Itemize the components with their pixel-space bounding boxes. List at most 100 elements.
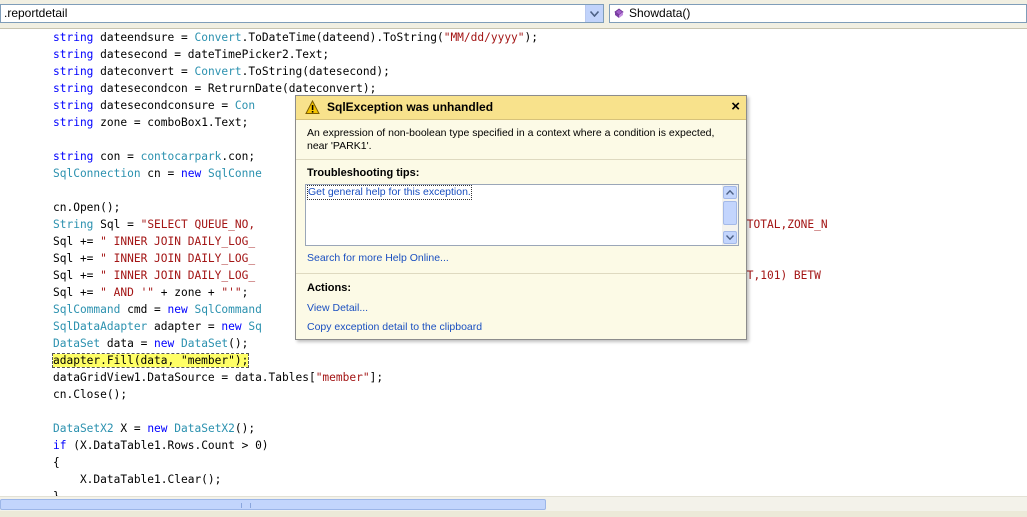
code-token: String [53,218,94,231]
code-token: SqlDataAdapter [53,320,148,333]
code-token: cn.Open(); [53,201,121,214]
code-token: Sql += [53,286,101,299]
code-token: Sql += [53,269,101,282]
code-token: datesecond = dateTimePicker2.Text; [93,48,330,61]
code-token: new [221,320,242,333]
code-token: ); [524,31,539,44]
code-token: " INNER JOIN DAILY_LOG_ [100,252,256,265]
code-token: zone = comboBox1.Text; [93,116,249,129]
code-token: con = [93,150,141,163]
chevron-down-icon[interactable] [585,5,603,22]
code-token: dateconvert = [93,65,195,78]
exception-title-bar: SqlException was unhandled × [296,96,746,120]
code-line[interactable]: string dateconvert = Convert.ToString(da… [53,63,390,80]
code-token: cn = [140,167,181,180]
code-line[interactable]: string dateendsure = Convert.ToDateTime(… [53,29,538,46]
scroll-down-button[interactable] [723,231,737,244]
code-token: new [147,422,168,435]
exception-assistant: SqlException was unhandled × An expressi… [295,95,747,340]
code-line[interactable]: adapter.Fill(data, "member"); [51,352,250,369]
code-token: X.DataTable1.Clear(); [53,473,222,486]
code-token: cn.Close(); [53,388,128,401]
code-token: " INNER JOIN DAILY_LOG_ [100,235,256,248]
code-token: Sql += [53,252,101,265]
code-token: Convert [194,65,242,78]
code-token: (); [234,422,256,435]
view-detail-link[interactable]: View Detail... [307,302,368,314]
code-token: { [53,456,60,469]
code-line[interactable]: string datesecond = dateTimePicker2.Text… [53,46,329,63]
status-strip [0,511,1027,517]
code-line[interactable]: SqlDataAdapter adapter = new Sq [53,318,262,335]
code-line[interactable]: dataGridView1.DataSource = data.Tables["… [53,369,383,386]
code-token: string [53,150,94,163]
code-line[interactable]: Sql += " AND '" + zone + "'"; [53,284,248,301]
code-token: string [53,99,94,112]
code-token: SqlCommand [53,303,121,316]
code-token: DataSetX2 [174,422,235,435]
code-token: Convert [194,31,242,44]
code-token: dataGridView1.DataSource = data.Tables[ [53,371,316,384]
tips-scrollbar[interactable] [722,185,738,245]
member-dropdown[interactable]: Showdata() [609,4,1027,23]
code-token: cmd = [120,303,168,316]
code-token: (X.DataTable1.Rows.Count > 0) [66,439,269,452]
code-line[interactable]: DataSetX2 X = new DataSetX2(); [53,420,255,437]
code-token: new [180,167,202,180]
method-icon [614,8,624,18]
class-dropdown[interactable]: .reportdetail [0,4,604,23]
code-token: DataSetX2 [53,422,114,435]
code-token: X = [113,422,148,435]
exception-message: An expression of non-boolean type specif… [307,127,715,152]
code-line[interactable]: } [53,488,60,496]
code-line[interactable]: cn.Open(); [53,199,120,216]
general-help-link[interactable]: Get general help for this exception. [307,185,472,200]
code-token: .ToDateTime(dateend).ToString( [241,31,444,44]
code-token: "MM/dd/yyyy" [443,31,525,44]
code-line[interactable]: string zone = comboBox1.Text; [53,114,248,131]
horizontal-scrollbar[interactable] [0,496,1027,512]
code-token: " AND '" [100,286,155,299]
code-line[interactable]: SqlConnection cn = new SqlConne [53,165,262,182]
code-token: if [53,439,67,452]
code-line[interactable]: SqlCommand cmd = new SqlCommand [53,301,262,318]
member-dropdown-value: Showdata() [629,6,691,20]
code-token: string [53,31,94,44]
code-token: "member" [315,371,370,384]
code-line[interactable]: if (X.DataTable1.Rows.Count > 0) [53,437,269,454]
code-token: datesecondconsure = [93,99,235,112]
code-token: datesecondcon = RetrurnDate(dateconvert)… [93,82,377,95]
copy-exception-link[interactable]: Copy exception detail to the clipboard [307,321,482,333]
code-token: SqlCommand [194,303,262,316]
code-token: string [53,116,94,129]
code-line[interactable]: X.DataTable1.Clear(); [53,471,221,488]
code-line[interactable]: string datesecondconsure = Con [53,97,255,114]
code-navigation-bar: .reportdetail Showdata() [0,0,1027,29]
code-line[interactable]: cn.Close(); [53,386,127,403]
code-token: string [53,48,94,61]
class-dropdown-value: .reportdetail [4,6,68,20]
code-line[interactable]: string con = contocarpark.con; [53,148,255,165]
code-token: Con [234,99,256,112]
close-icon[interactable]: × [731,98,740,115]
divider [296,273,746,274]
search-help-online-link[interactable]: Search for more Help Online... [307,252,449,264]
scroll-up-button[interactable] [723,186,737,199]
code-token: .ToString(datesecond); [241,65,390,78]
code-token: new [167,303,188,316]
code-line[interactable]: DataSet data = new DataSet(); [53,335,248,352]
tips-scroll-thumb[interactable] [723,201,737,225]
code-token: dateendsure = [93,31,195,44]
code-token: + zone + [154,286,222,299]
code-token: SqlConnection [53,167,141,180]
code-token: adapter = [147,320,222,333]
divider [296,159,746,160]
code-token: ; [241,286,249,299]
scrollbar-thumb[interactable] [0,499,546,510]
code-token: DataSet [181,337,229,350]
code-line[interactable]: { [53,454,60,471]
code-token: " INNER JOIN DAILY_LOG_ [100,269,256,282]
code-token: string [53,65,94,78]
